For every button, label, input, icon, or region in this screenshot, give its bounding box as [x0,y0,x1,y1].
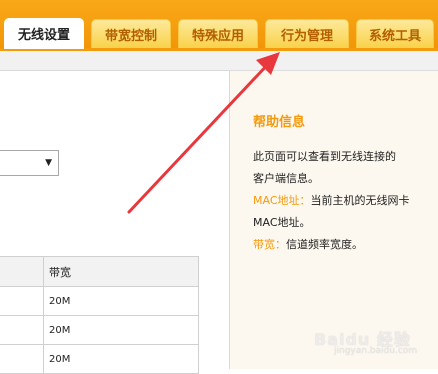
tab-wireless-settings[interactable]: 无线设置 [4,18,84,49]
bandwidth-term: 带宽： [253,238,286,251]
tab-behavior-management[interactable]: 行为管理 [265,19,349,48]
mac-address-term: MAC地址： [253,194,311,207]
bandwidth-cell: 20M [43,344,199,374]
tab-label: 特殊应用 [191,28,244,44]
help-bandwidth-line: 带宽：信道频率宽度。 [253,234,433,256]
divider [0,70,228,71]
watermark-url: jingyan.baidu.com [334,346,418,356]
table-cell [0,344,44,374]
help-mac-line: MAC地址：当前主机的无线网卡 [253,190,433,212]
bandwidth-cell: 20M [43,315,199,345]
help-text-line: MAC地址。 [253,216,311,229]
tab-system-tools[interactable]: 系统工具 [356,19,434,48]
help-title: 帮助信息 [253,115,306,130]
tab-label: 系统工具 [368,28,421,44]
table-header-bandwidth: 带宽 [43,256,199,287]
tab-label: 行为管理 [280,28,333,44]
tab-special-applications[interactable]: 特殊应用 [178,19,258,48]
tab-label: 无线设置 [17,28,70,43]
top-nav-bar: 无线设置 带宽控制 特殊应用 行为管理 系统工具 [0,0,438,49]
table-header-row: 带宽 [0,256,199,287]
table-header-cell [0,256,44,287]
sub-nav-strip [0,51,438,71]
tab-bandwidth-control[interactable]: 带宽控制 [91,19,171,48]
mac-address-description: 当前主机的无线网卡 [310,194,410,207]
client-table: 带宽 20M 20M 20M [0,256,199,374]
bandwidth-cell: 20M [43,286,199,316]
table-row: 20M [0,286,199,316]
bandwidth-description: 信道频率宽度。 [286,238,363,251]
help-text-line: 此页面可以查看到无线连接的 [253,150,396,163]
tab-label: 带宽控制 [104,28,157,44]
client-select[interactable]: ▼ [0,150,59,176]
table-cell [0,315,44,345]
baidu-watermark: Baidu 经验 jingyan.baidu.com [314,324,432,362]
table-cell [0,286,44,316]
table-row: 20M [0,315,199,345]
chevron-down-icon: ▼ [45,158,52,168]
table-row: 20M [0,344,199,374]
help-text-line: 客户端信息。 [253,172,319,185]
